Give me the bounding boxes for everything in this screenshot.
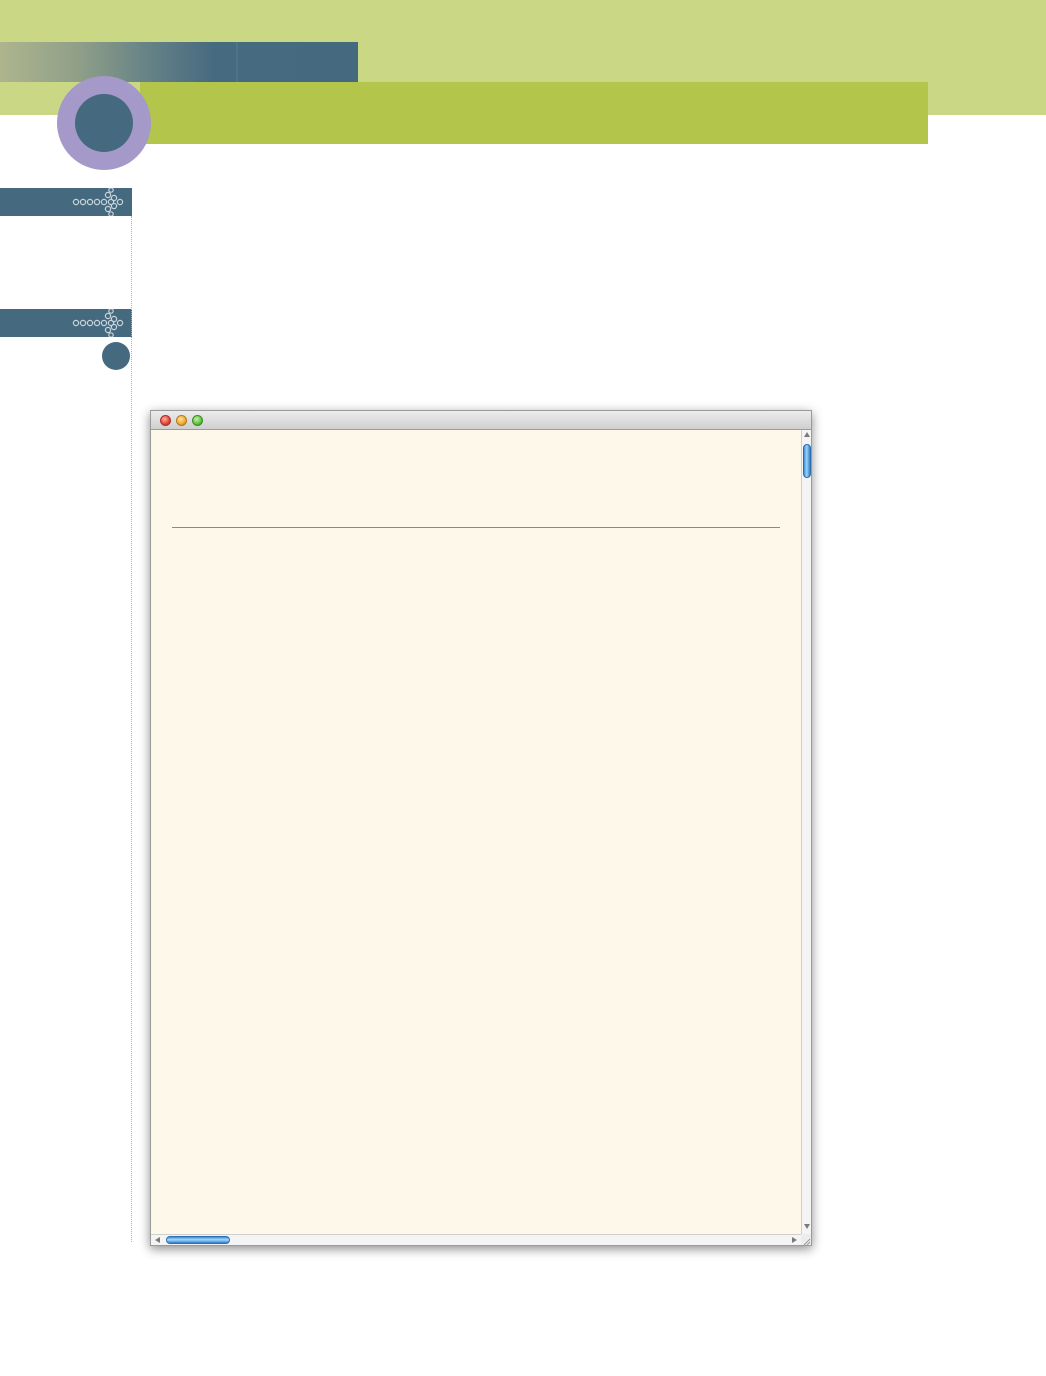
header-tab [0,42,358,82]
page-content[interactable] [151,430,801,1234]
step-bullet [102,342,130,370]
browser-window [150,410,812,1246]
section-tag-1 [0,188,132,216]
minimize-icon[interactable] [176,415,187,426]
resize-grip-icon[interactable] [801,1234,811,1246]
horizontal-scroll-thumb[interactable] [166,1236,230,1244]
dotted-arrow-icon [72,188,124,216]
dotted-arrow-icon [72,309,124,337]
scroll-left-button[interactable] [153,1236,163,1245]
chapter-badge [75,94,133,152]
scroll-right-button[interactable] [789,1236,799,1245]
vertical-scrollbar[interactable] [801,430,811,1234]
vertical-scroll-thumb[interactable] [803,444,811,478]
section-tag-2 [0,309,132,337]
scroll-down-button[interactable] [802,1221,812,1231]
margin-rule [131,216,132,1242]
window-titlebar[interactable] [151,411,811,430]
header-tab-divider [236,42,238,82]
triangle-left-icon [155,1237,160,1243]
triangle-up-icon [804,432,810,437]
horizontal-scrollbar[interactable] [151,1234,801,1245]
triangle-down-icon [804,1224,810,1229]
horizontal-rule [172,527,780,528]
zoom-icon[interactable] [192,415,203,426]
scroll-up-button[interactable] [802,430,812,440]
triangle-right-icon [792,1237,797,1243]
resize-lines [803,1238,811,1246]
chapter-title-bar [140,82,928,144]
close-icon[interactable] [160,415,171,426]
